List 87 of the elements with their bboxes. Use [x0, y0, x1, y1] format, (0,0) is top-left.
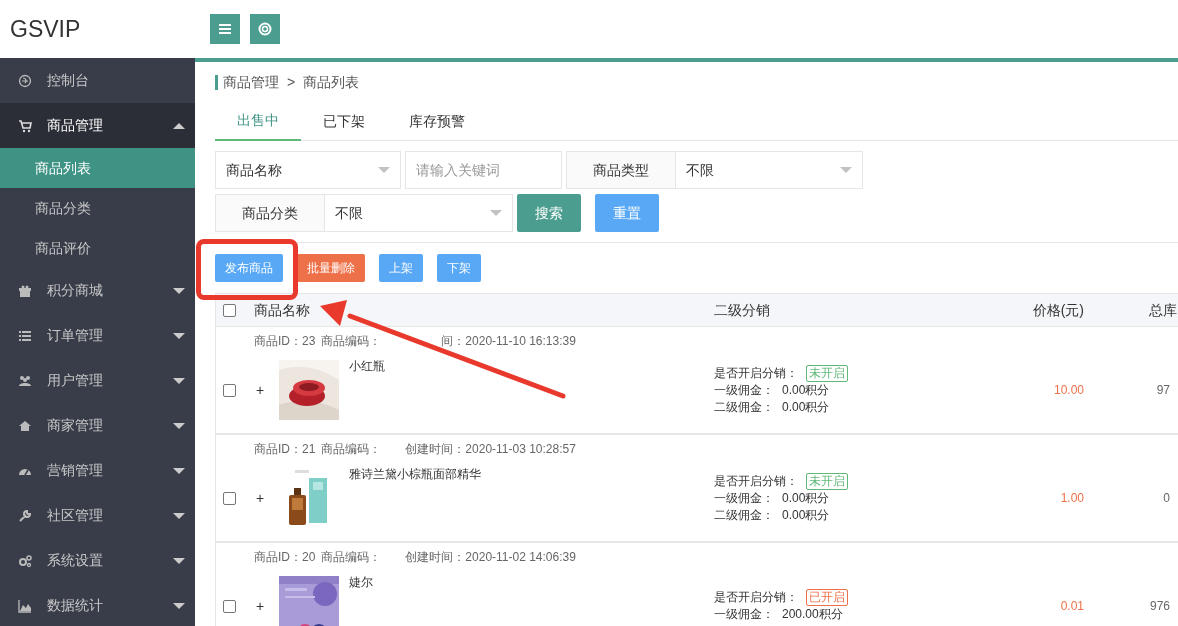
column-header: 价格(元): [1031, 300, 1084, 320]
sidebar-item[interactable]: 积分商城: [0, 268, 195, 313]
product-code: 商品编码：: [321, 549, 382, 566]
created-time: 间：2020-11-10 16:13:39: [441, 333, 576, 350]
commission-value: 0.00积分: [782, 489, 830, 507]
expand-toggle[interactable]: +: [254, 487, 266, 509]
commission-value: 200.00积分: [782, 606, 843, 623]
field-label: 一级佣金：: [714, 606, 775, 623]
dropdown[interactable]: 不限: [676, 152, 862, 188]
commission-value: 0.00积分: [782, 381, 830, 399]
sidebar-item[interactable]: 商品管理: [0, 103, 195, 148]
search-field[interactable]: 请输入关键词: [405, 151, 562, 189]
cart-icon: [18, 118, 32, 133]
field-label: 二级佣金：: [714, 506, 775, 524]
product-name: 小红瓶: [349, 358, 385, 375]
product-name: 雅诗兰黛小棕瓶面部精华: [349, 466, 481, 483]
users-icon: [18, 373, 32, 388]
sidebar-item[interactable]: 系统设置: [0, 538, 195, 583]
gears-icon: [18, 553, 32, 568]
lifebuoy-icon: [258, 22, 272, 36]
product-name: 婕尔: [349, 574, 373, 591]
sidebar-item[interactable]: 控制台: [0, 58, 195, 103]
sidebar-item[interactable]: 用户管理: [0, 358, 195, 403]
breadcrumb-item[interactable]: 商品管理: [223, 71, 279, 93]
field-label: 一级佣金：: [714, 489, 775, 507]
list-icon: [18, 328, 32, 343]
product-id: 商品ID：21: [254, 441, 316, 458]
tab[interactable]: 已下架: [301, 101, 387, 141]
field-label: 是否开启分销：: [714, 589, 799, 606]
product-code: 商品编码：: [321, 441, 382, 458]
home-icon: [18, 418, 32, 433]
column-header: 总库: [1148, 300, 1177, 320]
product-id: 商品ID：20: [254, 549, 316, 566]
wrench-icon: [18, 508, 32, 523]
checkbox[interactable]: [223, 383, 236, 397]
status-tag: 未开启: [806, 472, 848, 490]
created-time: 创建时间：2020-11-02 14:06:39: [405, 549, 576, 566]
caret-down-icon: [378, 167, 390, 173]
checkbox[interactable]: [223, 303, 236, 317]
stock-count: 97: [1155, 382, 1170, 399]
sidebar-item[interactable]: 社区管理: [0, 493, 195, 538]
lifebuoy-button[interactable]: [250, 14, 280, 44]
commission-value: 0.00积分: [782, 506, 830, 524]
field-label: 商品类型: [567, 152, 676, 188]
dropdown[interactable]: 商品名称: [215, 151, 401, 189]
field-label: 商品分类: [216, 195, 325, 231]
price: 0.01: [1059, 598, 1084, 615]
stock-count: 976: [1148, 598, 1170, 615]
field-label: 是否开启分销：: [714, 472, 799, 490]
field-label: 一级佣金：: [714, 381, 775, 399]
dropdown[interactable]: 不限: [325, 195, 512, 231]
field-label: 是否开启分销：: [714, 364, 799, 382]
logo: GSVIP: [10, 14, 81, 44]
tab[interactable]: 出售中: [215, 101, 301, 141]
caret-down-icon: [490, 210, 502, 216]
commission-value: 0.00积分: [782, 398, 830, 416]
area-chart-icon: [18, 598, 32, 613]
checkbox[interactable]: [223, 599, 236, 613]
caret-down-icon: [840, 167, 852, 173]
column-header: 二级分销: [714, 300, 771, 320]
sidebar-subitem[interactable]: 商品列表: [0, 148, 195, 188]
sidebar-subitem[interactable]: 商品评价: [0, 228, 195, 268]
price: 10.00: [1052, 382, 1084, 399]
created-time: 创建时间：2020-11-03 10:28:57: [405, 441, 576, 458]
sidebar-item[interactable]: 订单管理: [0, 313, 195, 358]
status-tag: 未开启: [806, 364, 848, 382]
tab[interactable]: 库存预警: [387, 101, 487, 141]
sidebar-item[interactable]: 营销管理: [0, 448, 195, 493]
product-code: 商品编码：: [321, 333, 382, 350]
menu-button[interactable]: [210, 14, 240, 44]
stock-count: 0: [1162, 490, 1170, 507]
checkbox[interactable]: [223, 491, 236, 505]
sidebar-item[interactable]: 数据统计: [0, 583, 195, 626]
field-label: 二级佣金：: [714, 398, 775, 416]
sidebar-item[interactable]: 商家管理: [0, 403, 195, 448]
column-header: 商品名称: [254, 300, 311, 320]
status-tag: 已开启: [806, 589, 848, 606]
breadcrumb-separator: >: [287, 72, 296, 92]
menu-icon: [219, 24, 231, 34]
expand-toggle[interactable]: +: [254, 379, 266, 401]
price: 1.00: [1059, 490, 1084, 507]
product-id: 商品ID：23: [254, 333, 316, 350]
gift-icon: [18, 283, 32, 298]
sidebar-subitem[interactable]: 商品分类: [0, 188, 195, 228]
globe-icon: [18, 73, 32, 88]
breadcrumb-item: 商品列表: [303, 72, 360, 92]
expand-toggle[interactable]: +: [254, 595, 266, 617]
